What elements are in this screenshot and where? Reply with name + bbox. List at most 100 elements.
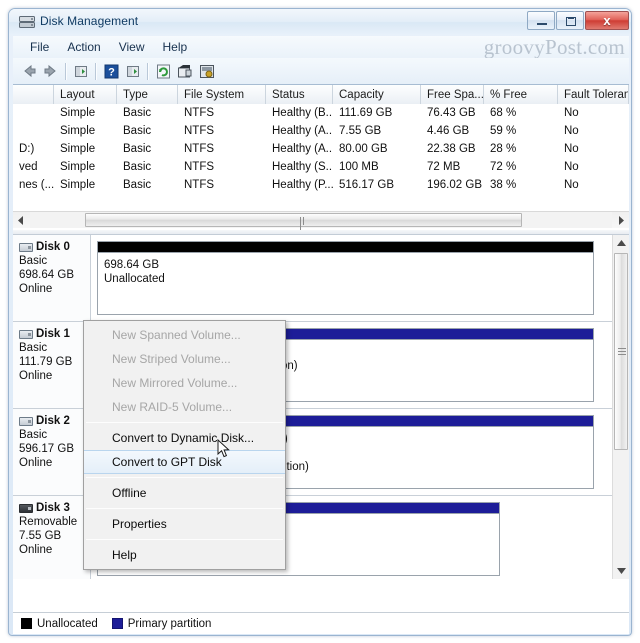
minimize-button[interactable] [527,11,555,30]
legend-label: Primary partition [127,617,212,630]
cell-percent-free: 28 % [490,143,517,155]
cell-fault-tolerance: No [564,107,579,119]
hscroll-thumb[interactable] [85,213,522,230]
close-button[interactable]: x [585,11,629,30]
title-bar: Disk Management x [9,9,631,35]
disk-info-3: Disk 3 Removable 7.55 GB Online [13,496,91,579]
scroll-down-icon[interactable] [613,562,629,579]
cell-status: Healthy (A... [272,143,333,155]
refresh-icon[interactable] [152,60,174,82]
column-header-fault-tolerance[interactable]: Fault Tolerance [558,85,629,104]
disk-row-0[interactable]: Disk 0 Basic 698.64 GB Online 698.64 GB [13,235,612,322]
table-row[interactable]: nes (... Simple Basic NTFS Healthy (P...… [13,176,629,194]
volume-list-pane: Layout Type File System Status Capacity … [13,85,629,230]
partition-unallocated[interactable]: 698.64 GB Unallocated [97,241,594,315]
back-icon[interactable] [18,60,40,82]
menu-item-convert-to-gpt-disk[interactable]: Convert to GPT Disk [84,450,285,474]
scroll-up-icon[interactable] [613,235,629,252]
up-one-level-icon[interactable] [70,60,92,82]
volume-list-rows: Simple Basic NTFS Healthy (B... 111.69 G… [13,104,629,194]
help-icon[interactable]: ? [100,60,122,82]
menu-item-convert-to-dynamic-disk[interactable]: Convert to Dynamic Disk... [84,426,285,450]
fixed-disk-icon [19,242,33,252]
disk-kind-0: Basic [19,255,48,267]
menu-item-new-striped-volume: New Striped Volume... [112,352,231,366]
scroll-grip-icon [299,217,308,230]
cell-type: Basic [123,125,152,137]
column-header-status[interactable]: Status [266,85,333,104]
cell-free-space: 72 MB [427,161,461,173]
menu-file[interactable]: File [21,38,58,56]
fixed-disk-icon [19,329,33,339]
partition-area-0: 698.64 GB Unallocated [91,235,612,321]
cell-capacity: 516.17 GB [339,179,394,191]
table-row[interactable]: D:) Simple Basic NTFS Healthy (A... 80.0… [13,140,629,158]
menu-item-new-spanned-volume: New Spanned Volume... [112,328,241,342]
disk-state-1: Online [19,370,53,382]
column-header-layout[interactable]: Layout [54,85,117,104]
column-header-percent-free[interactable]: % Free [484,85,558,104]
graphical-view-vertical-scrollbar[interactable] [612,235,629,579]
table-row[interactable]: Simple Basic NTFS Healthy (A... 7.55 GB … [13,122,629,140]
scroll-left-icon[interactable] [13,212,30,228]
column-header-volume[interactable] [13,85,54,104]
column-header-type[interactable]: Type [117,85,178,104]
disk-kind-1: Basic [19,342,48,354]
cell-type: Basic [123,179,152,191]
cell-file-system: NTFS [184,179,215,191]
scroll-right-icon[interactable] [612,212,629,228]
menu-view[interactable]: View [110,38,154,56]
disk-info-2: Disk 2 Basic 596.17 GB Online [13,409,91,495]
maximize-button[interactable] [556,11,584,30]
volume-list-header: Layout Type File System Status Capacity … [13,85,629,104]
menu-item-new-raid5-volume: New RAID-5 Volume... [112,400,233,414]
column-header-file-system[interactable]: File System [178,85,266,104]
menu-action[interactable]: Action [58,38,109,56]
column-header-capacity[interactable]: Capacity [333,85,421,104]
menu-item-properties[interactable]: Properties [84,512,285,536]
disk-label-2: Disk 2 [19,415,90,427]
cell-fault-tolerance: No [564,143,579,155]
cell-free-space: 22.38 GB [427,143,476,155]
cell-volume [13,104,54,122]
forward-icon[interactable] [40,60,62,82]
volume-list-horizontal-scrollbar[interactable] [13,211,629,230]
disk-kind-3: Removable [19,516,78,528]
properties-icon[interactable] [174,60,196,82]
cell-capacity: 100 MB [339,161,379,173]
table-row[interactable]: Simple Basic NTFS Healthy (B... 111.69 G… [13,104,629,122]
cell-layout: Simple [60,125,96,137]
table-row[interactable]: ved Simple Basic NTFS Healthy (S... 100 … [13,158,629,176]
cell-volume [13,122,54,140]
legend-item-primary-partition: Primary partition [111,617,212,630]
column-header-free-space[interactable]: Free Spa... [421,85,484,104]
menu-item-offline[interactable]: Offline [84,481,285,505]
disk-name-text: Disk 3 [36,502,70,514]
vscroll-thumb[interactable] [614,253,628,450]
menu-help[interactable]: Help [154,38,197,56]
menu-separator [86,477,283,478]
removable-disk-icon [19,503,33,513]
cell-status: Healthy (A... [272,125,333,137]
toolbar-separator [147,62,149,80]
legend-label: Unallocated [37,617,98,630]
disk-info-0: Disk 0 Basic 698.64 GB Online [13,235,91,321]
disk-size-0: 698.64 GB [19,269,74,281]
cell-volume: D:) [19,143,35,155]
scroll-grip-icon [618,347,626,356]
cell-volume: ved [19,161,38,173]
cell-file-system: NTFS [184,107,215,119]
cell-percent-free: 72 % [490,161,517,173]
cell-layout: Simple [60,143,96,155]
show-hide-console-tree-icon[interactable] [122,60,144,82]
legend: Unallocated Primary partition [13,612,629,634]
cell-capacity: 7.55 GB [339,125,382,137]
cell-fault-tolerance: No [564,161,579,173]
rescan-disks-icon[interactable] [196,60,218,82]
disk-label-1: Disk 1 [19,328,90,340]
cell-free-space: 76.43 GB [427,107,476,119]
disk-label-0: Disk 0 [19,241,90,253]
menu-item-help[interactable]: Help [84,543,285,567]
disk-name-text: Disk 1 [36,328,70,340]
cell-fault-tolerance: No [564,179,579,191]
